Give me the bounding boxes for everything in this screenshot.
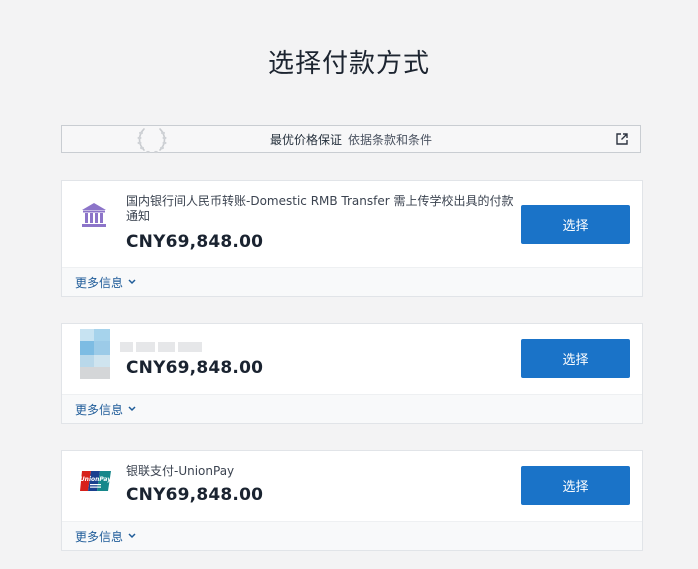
payment-method-name: 国内银行间人民币转账-Domestic RMB Transfer 需上传学校出具… [126,194,514,223]
more-info-toggle[interactable]: 更多信息 [62,267,642,296]
best-price-guarantee-bar[interactable]: 最优价格保证 依据条款和条件 [61,125,641,154]
payment-method-card-unionpay: UnionPay 银联支付-UnionPay CNY69,848.00 选择 更… [61,450,643,551]
chevron-down-icon [128,406,136,412]
guarantee-terms-link[interactable]: 依据条款和条件 [348,131,432,148]
blurred-logo-icon [80,329,110,379]
payment-method-name: 银联支付-UnionPay [126,464,235,478]
payment-method-card-blurred: CNY69,848.00 选择 更多信息 [61,323,643,424]
blurred-method-name [120,342,202,352]
external-link-icon[interactable] [616,133,628,145]
select-payment-button[interactable]: 选择 [521,205,630,244]
unionpay-icon: UnionPay [80,471,111,491]
bank-icon [82,203,106,227]
more-info-label: 更多信息 [75,529,124,544]
payment-method-card-bank-transfer: 国内银行间人民币转账-Domestic RMB Transfer 需上传学校出具… [61,180,643,297]
payment-price: CNY69,848.00 [126,358,264,378]
more-info-toggle[interactable]: 更多信息 [62,521,642,550]
payment-price: CNY69,848.00 [126,232,264,252]
svg-text:UnionPay: UnionPay [80,476,111,483]
laurel-icon [137,128,167,154]
page-title: 选择付款方式 [267,49,430,79]
payment-price: CNY69,848.00 [126,485,264,505]
more-info-toggle[interactable]: 更多信息 [62,394,642,423]
chevron-down-icon [128,279,136,285]
more-info-label: 更多信息 [75,275,124,290]
guarantee-title: 最优价格保证 [269,132,342,147]
chevron-down-icon [128,533,136,539]
select-payment-button[interactable]: 选择 [521,466,630,505]
select-payment-button[interactable]: 选择 [521,339,630,378]
more-info-label: 更多信息 [75,402,124,417]
